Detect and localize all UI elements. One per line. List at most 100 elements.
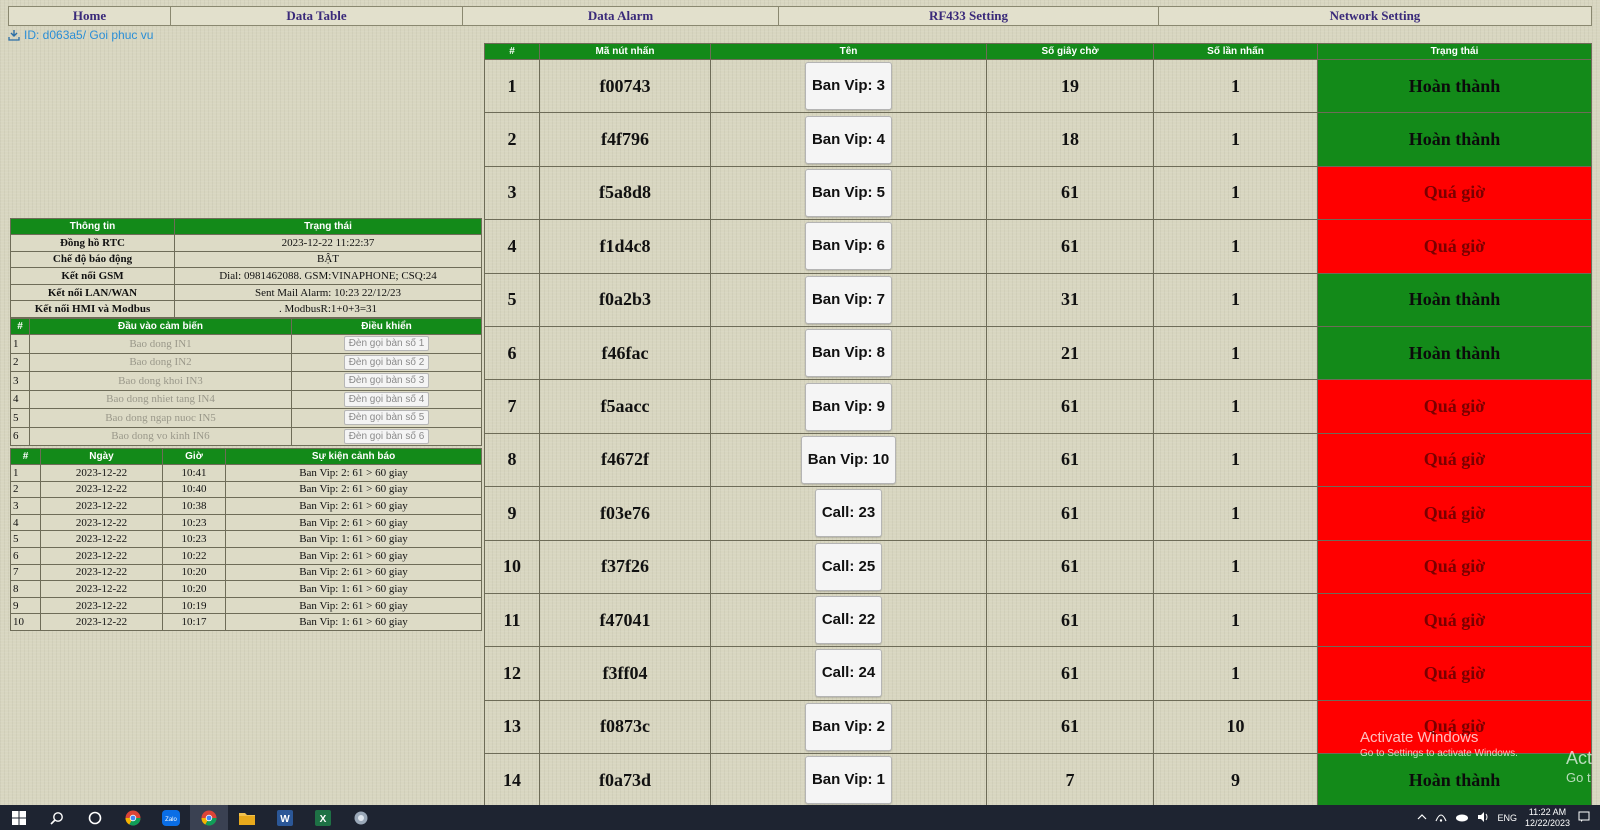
input-language[interactable]: ENG — [1497, 813, 1517, 823]
table-name-button[interactable]: Ban Vip: 2 — [804, 702, 893, 751]
main-header-wait: Số giây chờ — [986, 43, 1154, 60]
event-date: 2023-12-22 — [40, 480, 163, 499]
file-explorer-icon[interactable] — [228, 805, 266, 830]
info-value: . ModbusR:1+0+3=31 — [174, 300, 482, 318]
nav-network-setting[interactable]: Network Setting — [1159, 7, 1591, 25]
row-index: 2 — [484, 112, 540, 167]
status-badge: Quá giờ — [1317, 592, 1592, 648]
app-icon[interactable] — [342, 805, 380, 830]
alarm-event-table: # Ngày Giờ Sự kiện cảnh báo 1 2023-12-22 1… — [10, 448, 482, 631]
table-name-button[interactable]: Ban Vip: 10 — [800, 435, 897, 484]
sensor-index: 2 — [10, 352, 30, 372]
sensor-index: 6 — [10, 426, 30, 446]
windows-start-icon[interactable] — [0, 805, 38, 830]
press-count: 1 — [1153, 646, 1318, 701]
table-light-button[interactable]: Đèn gọi bàn số 3 — [343, 373, 430, 389]
word-icon[interactable]: W — [266, 805, 304, 830]
sensor-index: 4 — [10, 389, 30, 409]
event-date: 2023-12-22 — [40, 546, 163, 565]
button-code: f1d4c8 — [539, 219, 711, 274]
press-count: 1 — [1153, 486, 1318, 541]
table-name-button[interactable]: Call: 23 — [814, 489, 883, 538]
sensor-row: 4 Bao dong nhiet tang IN4 Đèn gọi bàn số 4 — [10, 389, 482, 409]
nav-data-alarm[interactable]: Data Alarm — [463, 7, 779, 25]
volume-icon[interactable] — [1477, 811, 1489, 824]
table-name-button[interactable]: Call: 25 — [814, 542, 883, 591]
table-name-button[interactable]: Ban Vip: 1 — [804, 756, 893, 805]
table-name-button[interactable]: Ban Vip: 6 — [804, 222, 893, 271]
notification-icon[interactable] — [1578, 811, 1590, 825]
table-name-button[interactable]: Call: 22 — [814, 596, 883, 645]
status-badge: Quá giờ — [1317, 219, 1592, 274]
table-light-button[interactable]: Đèn gọi bàn số 1 — [343, 336, 430, 352]
table-name-button[interactable]: Ban Vip: 9 — [804, 382, 893, 431]
table-name-button[interactable]: Ban Vip: 3 — [804, 62, 893, 111]
table-light-button[interactable]: Đèn gọi bàn số 6 — [343, 428, 430, 444]
nav-data-table[interactable]: Data Table — [171, 7, 463, 25]
button-row: 10 f37f26 Call: 25 61 1 Quá giờ — [484, 539, 1592, 594]
table-light-button[interactable]: Đèn gọi bàn số 4 — [343, 391, 430, 407]
button-row: 5 f0a2b3 Ban Vip: 7 31 1 Hoàn thành — [484, 272, 1592, 327]
button-status-table: # Mã nút nhấn Tên Số giây chờ Số lần nhấ… — [484, 43, 1592, 808]
table-name-button[interactable]: Ban Vip: 5 — [804, 168, 893, 217]
event-description: Ban Vip: 1: 61 > 60 giay — [225, 613, 482, 631]
wait-seconds: 61 — [986, 379, 1154, 434]
status-badge: Hoàn thành — [1317, 272, 1592, 327]
zalo-icon[interactable]: Zalo — [152, 805, 190, 830]
sensor-index: 1 — [10, 334, 30, 354]
button-code: f00743 — [539, 58, 711, 114]
sensor-input-table: # Đầu vào cảm biến Điều khiển 1 Bao dong … — [10, 318, 482, 446]
event-index: 7 — [10, 563, 41, 582]
table-name-button[interactable]: Ban Vip: 4 — [804, 115, 893, 164]
nav-rf433-setting[interactable]: RF433 Setting — [779, 7, 1159, 25]
event-header-index: # — [10, 448, 41, 465]
device-id-text[interactable]: ID: d063a5/ Goi phuc vu — [24, 28, 153, 42]
sensor-control-cell: Đèn gọi bàn số 1 — [291, 334, 482, 354]
taskbar-clock[interactable]: 11:22 AM 12/22/2023 — [1525, 807, 1570, 829]
search-icon[interactable] — [38, 805, 76, 830]
event-date: 2023-12-22 — [40, 513, 163, 532]
chrome-icon[interactable] — [114, 805, 152, 830]
nav-home[interactable]: Home — [9, 7, 171, 25]
row-index: 4 — [484, 219, 540, 274]
wait-seconds: 61 — [986, 165, 1154, 221]
table-name-button[interactable]: Call: 24 — [814, 649, 883, 698]
excel-icon[interactable]: X — [304, 805, 342, 830]
event-time: 10:20 — [162, 580, 226, 598]
sensor-name: Bao dong IN1 — [29, 334, 292, 354]
button-name-cell: Call: 25 — [710, 539, 987, 594]
zalo-label: Zalo — [165, 817, 177, 823]
event-description: Ban Vip: 1: 61 > 60 giay — [225, 530, 482, 548]
onedrive-icon[interactable] — [1455, 812, 1469, 824]
main-header-index: # — [484, 43, 540, 60]
event-description: Ban Vip: 2: 61 > 60 giay — [225, 513, 482, 532]
press-count: 1 — [1153, 112, 1318, 167]
table-name-button[interactable]: Ban Vip: 8 — [804, 329, 893, 378]
sensor-name: Bao dong ngap nuoc IN5 — [29, 408, 292, 428]
row-index: 10 — [484, 539, 540, 594]
cortana-icon[interactable] — [76, 805, 114, 830]
download-icon[interactable] — [8, 29, 20, 41]
windows-taskbar: Zalo W X ENG 11:22 AM 12/22/2023 — [0, 805, 1600, 830]
wait-seconds: 21 — [986, 325, 1154, 381]
button-name-cell: Ban Vip: 5 — [710, 165, 987, 221]
table-light-button[interactable]: Đèn gọi bàn số 5 — [343, 410, 430, 426]
table-name-button[interactable]: Ban Vip: 7 — [804, 275, 893, 324]
sensor-control-cell: Đèn gọi bàn số 4 — [291, 389, 482, 409]
info-row: Chế độ báo động BẬT — [10, 250, 482, 269]
button-name-cell: Ban Vip: 2 — [710, 699, 987, 755]
network-icon[interactable] — [1435, 812, 1447, 824]
button-row: 12 f3ff04 Call: 24 61 1 Quá giờ — [484, 646, 1592, 701]
event-index: 4 — [10, 513, 41, 532]
status-badge: Quá giờ — [1317, 486, 1592, 541]
row-index: 9 — [484, 486, 540, 541]
button-code: f3ff04 — [539, 646, 711, 701]
status-badge: Quá giờ — [1317, 699, 1592, 755]
status-badge: Quá giờ — [1317, 165, 1592, 221]
event-time: 10:23 — [162, 530, 226, 548]
event-index: 8 — [10, 580, 41, 598]
chevron-up-icon[interactable] — [1417, 813, 1427, 823]
chrome-profile-icon[interactable] — [190, 805, 228, 830]
table-light-button[interactable]: Đèn gọi bàn số 2 — [343, 354, 430, 370]
press-count: 1 — [1153, 58, 1318, 114]
